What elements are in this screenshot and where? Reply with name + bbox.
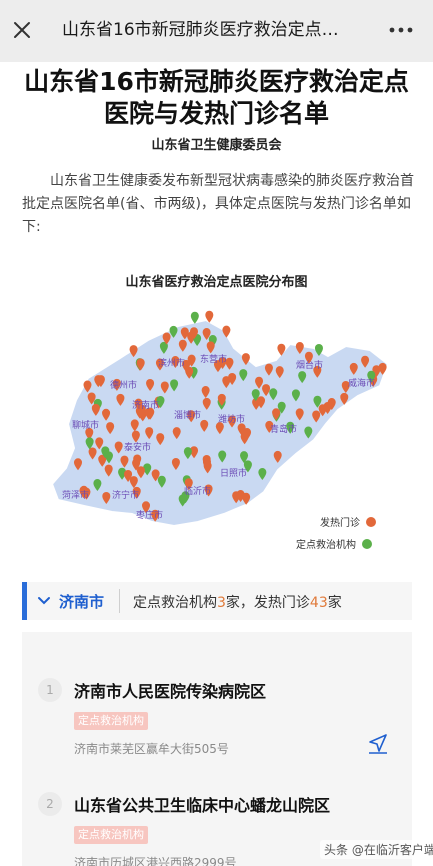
window-title: 山东省16市新冠肺炎医疗救治定点… xyxy=(62,20,339,40)
map-city-label: 临沂市 xyxy=(184,485,211,497)
item-index: 2 xyxy=(38,792,62,816)
status-badge: 定点救治机构 xyxy=(74,712,148,730)
hospital-name[interactable]: 济南市人民医院传染病院区 xyxy=(74,678,266,702)
hospital-address: 济南市莱芜区赢牟大街505号 xyxy=(74,742,229,756)
map-city-label: 菏泽市 xyxy=(62,489,89,501)
top-bar: 山东省16市新冠肺炎医疗救治定点… xyxy=(0,0,433,62)
legend-fever-dot xyxy=(366,517,376,527)
legend-designated-dot xyxy=(362,539,372,549)
map-city-label: 济宁市 xyxy=(112,489,139,501)
item-index: 1 xyxy=(38,678,62,702)
map-title: 山东省医疗救治定点医院分布图 xyxy=(125,275,308,290)
watermark-text: 头条 @在临沂客户端 xyxy=(320,840,433,859)
map-city-label: 滨州市 xyxy=(158,357,185,369)
map-city-label: 淄博市 xyxy=(174,409,201,421)
legend-fever-label: 发热门诊 xyxy=(320,518,360,529)
map-city-label: 潍坊市 xyxy=(218,413,245,425)
watermark: 头条 @在临沂客户端 xyxy=(320,840,433,859)
map-city-label: 烟台市 xyxy=(296,359,323,371)
distribution-map: 德州市 滨州市 东营市烟台市威海市济南市淄博市 潍坊市青岛市 聊城市泰安市日照市菏泽市 济… xyxy=(28,300,408,560)
article-headline: 山东省16市新冠肺炎医疗救治定点医院与发热门诊名单 xyxy=(24,67,409,128)
legend-designated-label: 定点救治机构 xyxy=(296,540,356,551)
close-icon[interactable] xyxy=(12,20,32,40)
hospital-list: 1 济南市人民医院传染病院区 定点救治机构 济南市莱芜区赢牟大街505号 2 山… xyxy=(22,632,412,866)
city-name[interactable]: 济南市 xyxy=(59,591,104,612)
stats-suffix: 家 xyxy=(327,595,342,611)
map-city-label: 青岛市 xyxy=(270,423,297,435)
designated-count: 3 xyxy=(217,595,226,611)
map-city-label: 威海市 xyxy=(348,377,375,389)
fever-count: 43 xyxy=(309,595,328,611)
legend-fever: 发热门诊 xyxy=(320,514,376,529)
hospital-name[interactable]: 山东省公共卫生临床中心蟠龙山院区 xyxy=(74,792,330,816)
article-intro: 山东省卫生健康委发布新型冠状病毒感染的肺炎医疗救治首批定点医院名单(省、市两级)… xyxy=(22,173,414,235)
map-city-label: 聊城市 xyxy=(72,419,99,431)
article-organization: 山东省卫生健康委员会 xyxy=(151,138,282,153)
city-stats: 定点救治机构3家，发热门诊43家 xyxy=(133,592,342,612)
map-city-label: 济南市 xyxy=(132,399,159,411)
status-badge: 定点救治机构 xyxy=(74,826,148,844)
divider xyxy=(119,589,120,613)
more-icon[interactable] xyxy=(388,22,414,38)
navigate-icon[interactable] xyxy=(367,732,389,754)
hospital-address: 济南市历城区港兴西路2999号 xyxy=(74,856,237,866)
map-city-label: 枣庄市 xyxy=(136,509,163,521)
chevron-down-icon[interactable] xyxy=(37,594,51,608)
stats-mid: 家，发热门诊 xyxy=(225,595,310,611)
map-city-label: 泰安市 xyxy=(124,441,151,453)
stats-prefix: 定点救治机构 xyxy=(133,595,217,611)
city-filter-bar[interactable]: 济南市 定点救治机构3家，发热门诊43家 xyxy=(22,582,412,620)
map-city-label: 日照市 xyxy=(220,467,247,479)
legend-designated: 定点救治机构 xyxy=(296,536,372,551)
map-city-label: 德州市 xyxy=(110,379,137,391)
map-city-label: 东营市 xyxy=(200,353,227,365)
